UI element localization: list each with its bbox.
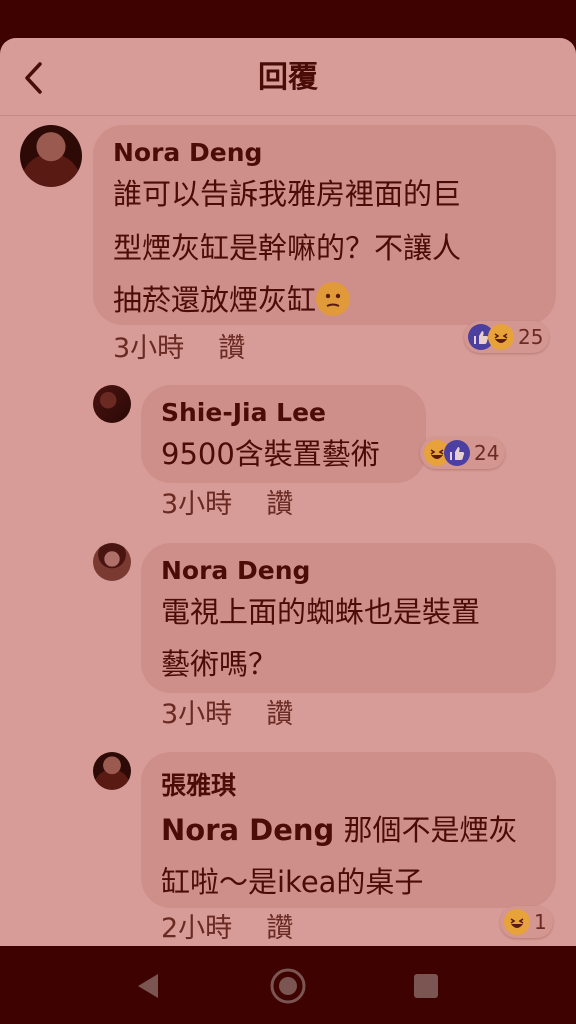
reaction-count: 24	[474, 441, 500, 465]
comment-time: 3小時	[113, 333, 185, 364]
like-button[interactable]: 讚	[266, 699, 293, 730]
avatar[interactable]	[20, 125, 82, 187]
comment-author[interactable]: Shie-Jia Lee	[161, 398, 326, 428]
replies-sheet: 回覆 Nora Deng 誰可以告訴我雅房裡面的巨 型煙灰缸是幹嘛的？不讓人 抽…	[0, 38, 576, 946]
haha-reaction-icon	[488, 324, 514, 350]
nav-home-button[interactable]	[266, 964, 310, 1008]
reaction-count: 25	[518, 325, 544, 349]
home-circle-icon	[270, 968, 306, 1004]
avatar[interactable]	[93, 752, 131, 790]
page-title: 回覆	[258, 60, 318, 95]
comment-author[interactable]: 張雅琪	[161, 771, 236, 801]
comment-meta: 2小時 讚	[161, 912, 293, 946]
comment-time: 3小時	[161, 489, 233, 520]
nav-back-button[interactable]	[126, 964, 170, 1008]
comment-meta: 3小時 讚	[113, 332, 245, 366]
like-button[interactable]: 讚	[218, 333, 245, 364]
comment-text-line: 電視上面的蜘蛛也是裝置	[161, 595, 481, 629]
thinking-face-emoji	[316, 282, 351, 316]
haha-reaction-icon	[504, 909, 530, 935]
like-button[interactable]: 讚	[266, 489, 293, 520]
mention-link[interactable]: Nora Deng	[161, 813, 334, 847]
reaction-count: 1	[534, 910, 547, 934]
comment-author[interactable]: Nora Deng	[113, 138, 262, 168]
comment-meta: 3小時 讚	[161, 698, 293, 732]
comment-text-line: 9500含裝置藝術	[161, 437, 380, 471]
comment-text-line: 誰可以告訴我雅房裡面的巨	[113, 177, 462, 211]
nav-recents-button[interactable]	[404, 964, 448, 1008]
comment-text-line: 抽菸還放煙灰缸	[113, 280, 351, 320]
comment-text: 那個不是煙灰	[334, 813, 518, 847]
system-navigation-bar	[0, 946, 576, 1024]
recents-square-icon	[414, 974, 438, 998]
comment-text-line: 藝術嗎？	[161, 647, 278, 681]
comment-text-line: 缸啦～是ikea的桌子	[161, 865, 424, 899]
like-reaction-icon	[444, 440, 470, 466]
avatar[interactable]	[93, 385, 131, 423]
comment-text: 抽菸還放煙灰缸	[113, 283, 317, 317]
comment-text-line: Nora Deng 那個不是煙灰	[161, 810, 518, 850]
reaction-summary[interactable]: 25	[464, 321, 550, 353]
header: 回覆	[0, 38, 576, 116]
avatar[interactable]	[93, 543, 131, 581]
comment-meta: 3小時 讚	[161, 488, 293, 522]
like-button[interactable]: 讚	[266, 913, 293, 944]
reaction-summary[interactable]: 24	[420, 437, 506, 469]
comment-text-line: 型煙灰缸是幹嘛的？不讓人	[113, 231, 462, 265]
comment-time: 3小時	[161, 699, 233, 730]
comment-time: 2小時	[161, 913, 233, 944]
reaction-summary[interactable]: 1	[500, 906, 553, 938]
header-divider	[0, 115, 576, 116]
comment-author[interactable]: Nora Deng	[161, 556, 310, 586]
back-triangle-icon	[138, 974, 158, 998]
